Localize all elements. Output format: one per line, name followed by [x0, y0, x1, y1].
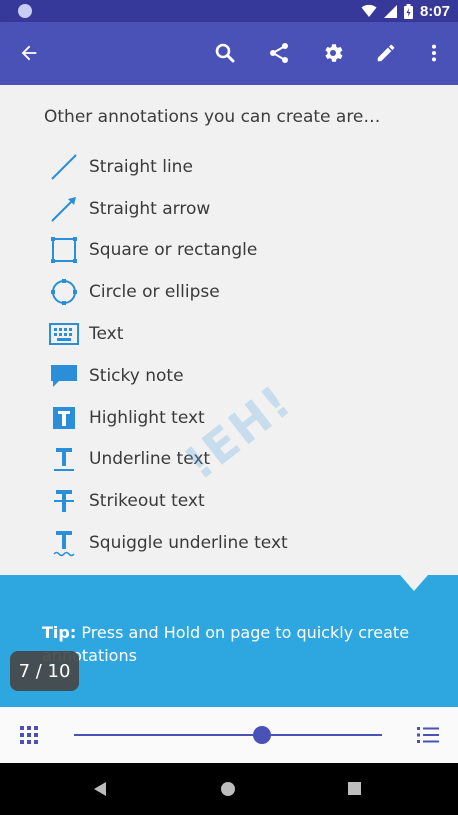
tip-text: Tip: Press and Hold on page to quickly c… — [42, 621, 432, 667]
search-icon — [215, 43, 235, 63]
share-icon — [270, 43, 288, 63]
outline-button[interactable] — [416, 724, 440, 746]
grid-icon — [20, 726, 38, 744]
annotation-label: Highlight text — [89, 407, 205, 428]
annotation-item-square: Square or rectangle — [48, 230, 288, 272]
search-button[interactable] — [210, 38, 240, 68]
nav-home-icon[interactable] — [221, 782, 235, 796]
nav-recents-icon[interactable] — [348, 782, 361, 795]
signal-icon — [383, 4, 397, 18]
square-icon — [48, 234, 80, 266]
annotation-item-circle: Circle or ellipse — [48, 271, 288, 313]
highlight-text-icon — [48, 402, 80, 434]
share-button[interactable] — [264, 38, 294, 68]
list-icon — [417, 727, 439, 743]
tip-notch — [400, 575, 428, 591]
pencil-icon — [377, 44, 395, 62]
tip-prefix: Tip: — [42, 623, 77, 642]
annotation-item-squiggle: Squiggle underline text — [48, 522, 288, 564]
arrow-icon — [48, 193, 80, 225]
circle-icon — [48, 276, 80, 308]
arrow-left-icon — [21, 45, 37, 61]
keyboard-icon — [48, 318, 80, 350]
annotation-label: Straight line — [89, 156, 193, 177]
notification-icon — [18, 4, 32, 18]
tip-message: Press and Hold on page to quickly create… — [42, 623, 410, 665]
status-bar: 8:07 — [0, 0, 458, 22]
sticky-note-icon — [48, 360, 80, 392]
underline-text-icon — [48, 443, 80, 475]
line-icon — [48, 151, 80, 183]
back-button[interactable] — [14, 38, 44, 68]
annotation-item-text: Text — [48, 313, 288, 355]
squiggle-text-icon — [48, 527, 80, 559]
battery-icon — [403, 3, 413, 19]
annotation-label: Text — [89, 324, 124, 345]
annotation-item-straight-arrow: Straight arrow — [48, 188, 288, 230]
page-slider-track[interactable] — [74, 734, 382, 736]
settings-button[interactable] — [318, 38, 348, 68]
annotation-label: Squiggle underline text — [89, 533, 288, 554]
annotation-list: Straight line Straight arrow Square or r… — [48, 146, 288, 564]
annotation-item-strikeout: Strikeout text — [48, 480, 288, 522]
strikeout-text-icon — [48, 485, 80, 517]
gear-icon — [325, 44, 343, 62]
thumbnails-button[interactable] — [18, 724, 40, 746]
annotation-item-straight-line: Straight line — [48, 146, 288, 188]
system-nav-bar — [0, 763, 458, 815]
annotation-label: Circle or ellipse — [89, 282, 220, 303]
annotation-label: Sticky note — [89, 365, 184, 386]
document-page[interactable]: Other annotations you can create are… St… — [0, 85, 458, 575]
annotation-label: Square or rectangle — [89, 240, 258, 261]
more-vert-icon — [431, 44, 437, 62]
clock: 8:07 — [419, 2, 450, 20]
status-icons: 8:07 — [361, 1, 450, 21]
nav-back-icon[interactable] — [94, 782, 106, 796]
page-slider-thumb[interactable] — [252, 726, 271, 744]
intro-text: Other annotations you can create are… — [44, 107, 381, 127]
more-button[interactable] — [419, 38, 449, 68]
bottom-bar — [0, 707, 458, 763]
annotation-label: Straight arrow — [89, 198, 211, 219]
app-bar — [0, 22, 458, 85]
wifi-icon — [361, 4, 377, 17]
page-indicator: 7 / 10 — [10, 651, 79, 691]
edit-button[interactable] — [371, 38, 401, 68]
annotation-label: Strikeout text — [89, 491, 205, 512]
